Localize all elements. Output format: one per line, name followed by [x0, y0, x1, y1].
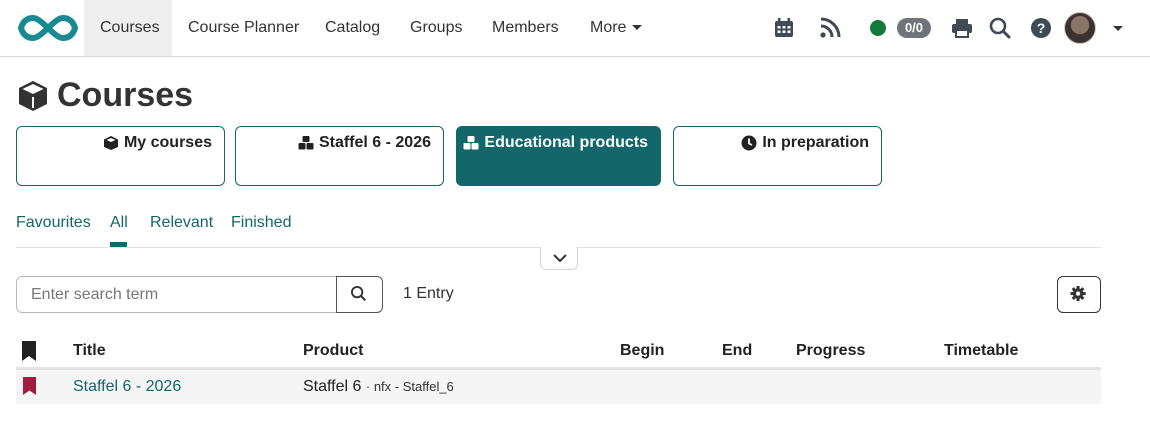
cubes-icon	[298, 136, 314, 150]
user-menu-chevron-icon[interactable]	[1113, 26, 1123, 31]
product-meta: · nfx - Staffel_6	[365, 379, 454, 394]
tab-favourites[interactable]: Favourites	[16, 214, 91, 232]
nav-item-groups[interactable]: Groups	[394, 0, 478, 56]
table-row: Staffel 6 - 2026 Staffel 6 · nfx - Staff…	[16, 370, 1101, 404]
segment-my-courses[interactable]: My courses	[16, 126, 225, 186]
product-cell: Staffel 6 · nfx - Staffel_6	[303, 378, 454, 396]
nav-item-more[interactable]: More	[574, 0, 658, 56]
table-settings-button[interactable]	[1057, 276, 1101, 313]
product-name: Staffel 6	[303, 378, 362, 395]
course-title-link[interactable]: Staffel 6 - 2026	[73, 378, 181, 396]
column-header-timetable[interactable]: Timetable	[944, 342, 1018, 360]
column-header-product[interactable]: Product	[303, 342, 363, 360]
segment-label: Educational products	[484, 134, 648, 151]
clock-icon	[741, 135, 757, 151]
segment-label: My courses	[123, 134, 212, 151]
column-header-end[interactable]: End	[722, 342, 752, 360]
avatar[interactable]	[1064, 12, 1096, 44]
rss-icon[interactable]	[818, 16, 842, 40]
cube-icon	[103, 136, 118, 150]
active-tab-indicator	[110, 242, 127, 247]
status-indicator	[870, 20, 886, 36]
bookmark-icon[interactable]	[22, 376, 37, 396]
cubes-icon	[463, 136, 479, 150]
help-icon[interactable]: ?	[1029, 16, 1053, 40]
tab-relevant[interactable]: Relevant	[150, 214, 213, 232]
top-navigation: Courses Course Planner Catalog Groups Me…	[0, 0, 1150, 57]
search-icon[interactable]	[988, 16, 1012, 40]
segment-label: Staffel 6 - 2026	[318, 134, 431, 151]
column-header-title[interactable]: Title	[73, 342, 106, 360]
chevron-down-icon	[632, 25, 643, 31]
printer-icon[interactable]	[950, 16, 974, 40]
entry-count: 1 Entry	[403, 285, 454, 302]
collapse-filters-button[interactable]	[540, 247, 578, 270]
svg-text:?: ?	[1037, 20, 1046, 36]
logo-infinity-icon[interactable]	[18, 10, 78, 46]
tab-all[interactable]: All	[110, 214, 128, 232]
nav-item-courses[interactable]: Courses	[84, 0, 172, 56]
nav-item-catalog[interactable]: Catalog	[309, 0, 396, 56]
search-icon	[350, 285, 366, 301]
nav-item-members[interactable]: Members	[476, 0, 575, 56]
search-button[interactable]	[336, 276, 383, 313]
segment-staffel-6-2026[interactable]: Staffel 6 - 2026	[235, 126, 444, 186]
bookmark-header-icon	[22, 341, 36, 361]
nav-item-course-planner[interactable]: Course Planner	[172, 0, 315, 56]
filter-tabs: Favourites All Relevant Finished	[16, 214, 1101, 248]
calendar-icon[interactable]	[772, 16, 796, 40]
gear-icon	[1070, 285, 1086, 302]
column-header-begin[interactable]: Begin	[620, 342, 664, 360]
column-header-progress[interactable]: Progress	[796, 342, 865, 360]
status-badge[interactable]: 0/0	[897, 18, 931, 38]
segment-educational-products[interactable]: Educational products	[456, 126, 661, 186]
chevron-down-icon	[553, 254, 567, 263]
page-title-text: Courses	[57, 76, 194, 114]
more-label: More	[590, 19, 627, 36]
search-input[interactable]	[16, 276, 337, 313]
cube-icon	[19, 81, 47, 111]
table-header: Title Product Begin End Progress Timetab…	[16, 336, 1101, 370]
tab-finished[interactable]: Finished	[231, 214, 291, 232]
segment-label: In preparation	[762, 134, 869, 151]
segment-in-preparation[interactable]: In preparation	[673, 126, 882, 186]
